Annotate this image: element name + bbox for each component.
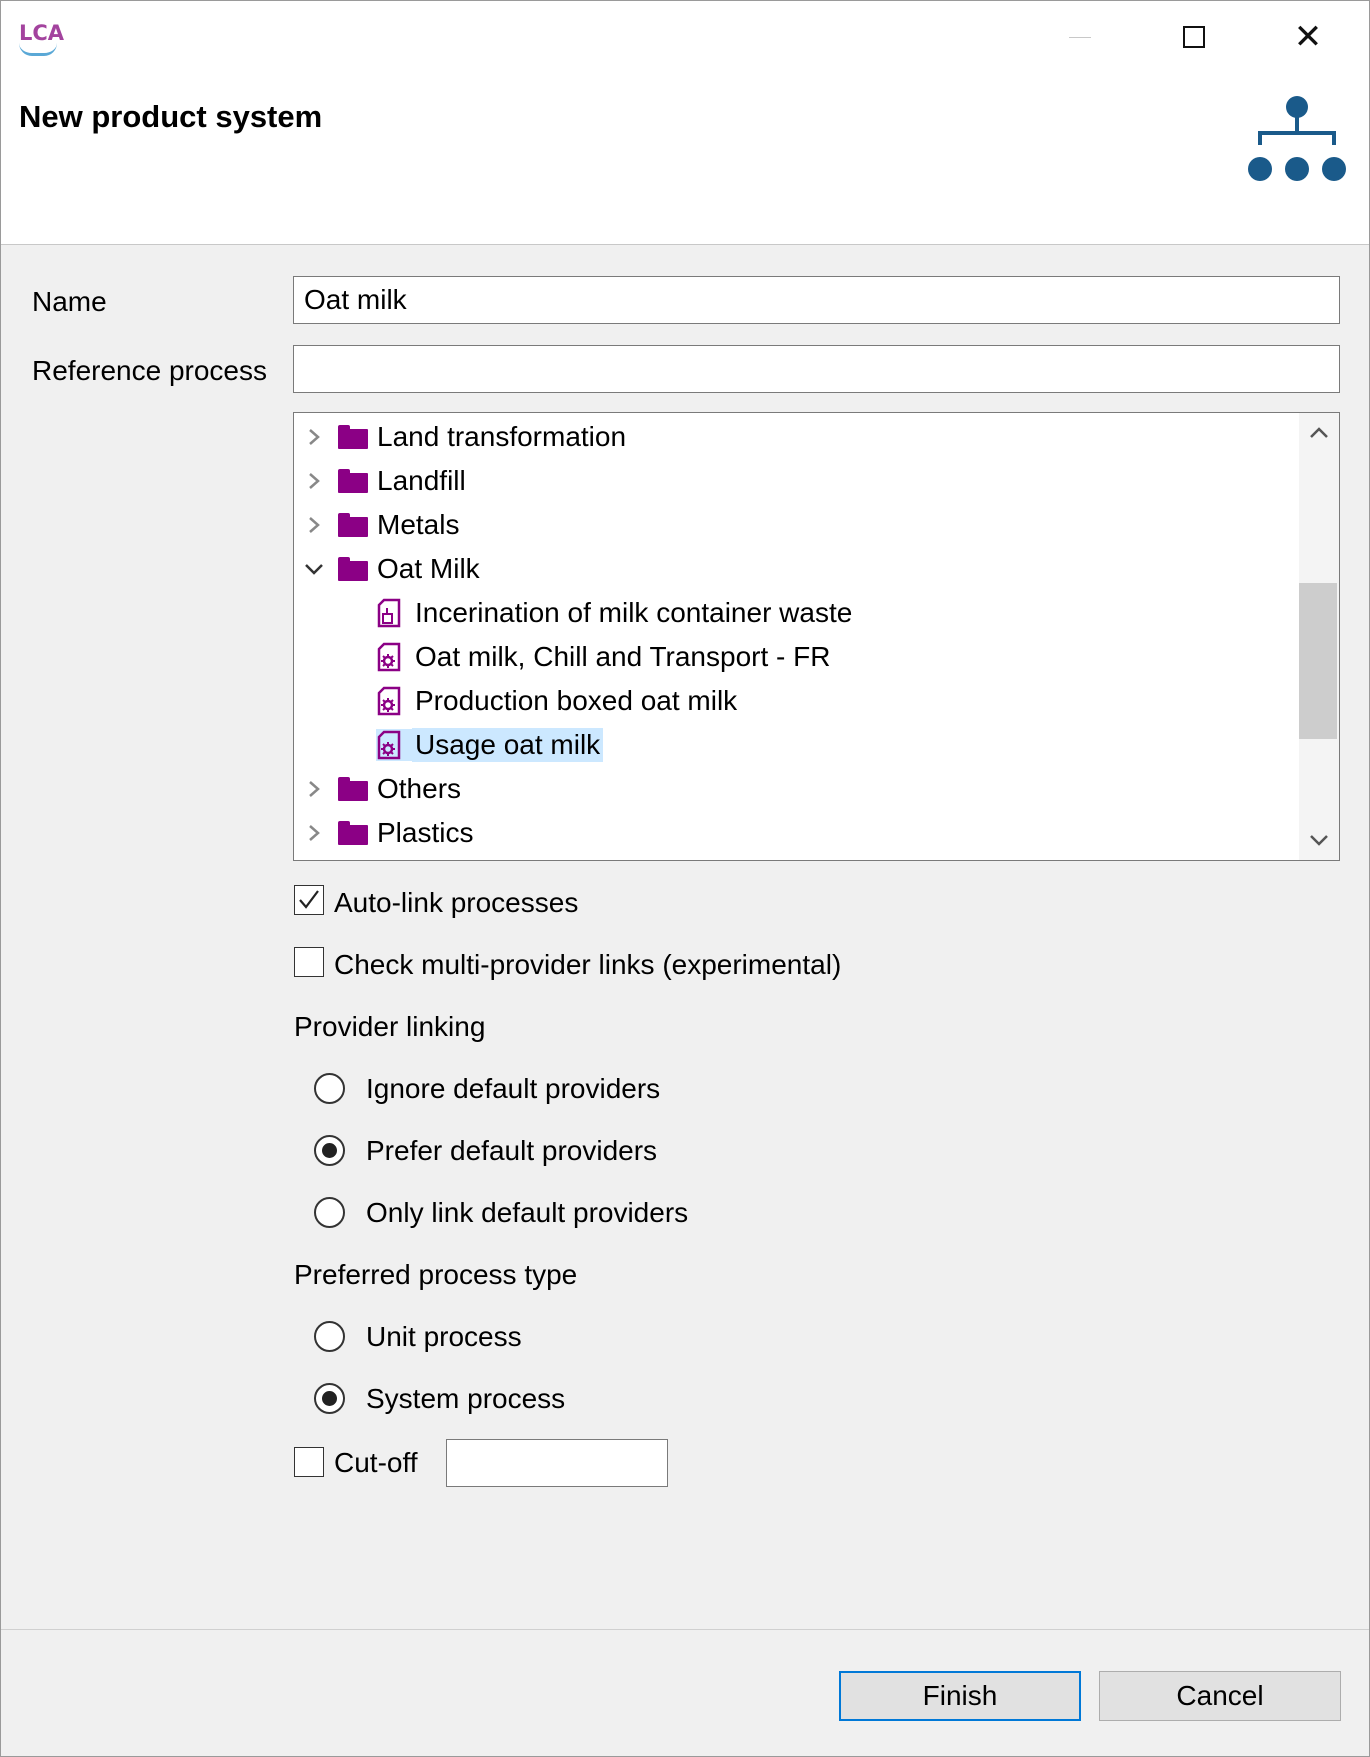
tree-folder-plastics[interactable]: Plastics (302, 813, 476, 853)
name-input[interactable] (293, 276, 1340, 324)
radio-prefer-default-providers[interactable] (314, 1135, 345, 1166)
tree-item-label: Production boxed oat milk (415, 685, 738, 716)
tree-item-label: Oat milk, Chill and Transport - FR (415, 641, 831, 672)
footer-divider (1, 1629, 1369, 1630)
maximize-button[interactable] (1139, 9, 1249, 65)
process-tree[interactable]: Land transformation Landfill Metals Oat … (293, 412, 1340, 861)
radio-system-process[interactable] (314, 1383, 345, 1414)
scroll-up-icon[interactable] (1307, 421, 1331, 445)
app-logo: LCA (17, 21, 65, 56)
radio-label: Unit process (366, 1321, 522, 1352)
provider-linking-label: Provider linking (294, 1011, 486, 1042)
close-button[interactable]: ✕ (1253, 9, 1363, 65)
chevron-right-icon[interactable] (302, 813, 326, 853)
dialog-window: LCA ✕ New product system Name Reference … (0, 0, 1370, 1757)
process-gear-icon (376, 729, 412, 761)
folder-icon (338, 425, 368, 449)
folder-icon (338, 469, 368, 493)
tree-item-label: Land transformation (377, 421, 627, 452)
minimize-button[interactable] (1025, 9, 1135, 65)
tree-item-label: Plastics (377, 817, 474, 848)
chevron-right-icon[interactable] (302, 461, 326, 501)
cutoff-label: Cut-off (334, 1447, 418, 1478)
tree-process-production-boxed[interactable]: Production boxed oat milk (376, 681, 740, 721)
scroll-down-icon[interactable] (1307, 828, 1331, 852)
dialog-title: New product system (19, 99, 323, 134)
tree-item-label: Metals (377, 509, 460, 540)
radio-only-link-default-providers[interactable] (314, 1197, 345, 1228)
radio-label: Prefer default providers (366, 1135, 658, 1166)
tree-folder-others[interactable]: Others (302, 769, 464, 809)
radio-unit-process[interactable] (314, 1321, 345, 1352)
tree-folder-metals[interactable]: Metals (302, 505, 462, 545)
tree-scrollbar[interactable] (1299, 413, 1339, 860)
tree-folder-land-transformation[interactable]: Land transformation (302, 417, 629, 457)
multi-provider-label: Check multi-provider links (experimental… (334, 949, 842, 980)
check-icon (299, 890, 319, 909)
app-logo-text: LCA (19, 21, 65, 45)
scroll-thumb[interactable] (1299, 583, 1337, 739)
folder-icon (338, 557, 368, 581)
product-system-icon (1248, 96, 1346, 181)
radio-label: Ignore default providers (366, 1073, 661, 1104)
tree-folder-oat-milk[interactable]: Oat Milk (302, 549, 483, 589)
cutoff-checkbox[interactable] (294, 1447, 324, 1477)
finish-button[interactable]: Finish (839, 1671, 1081, 1721)
tree-item-label: Incerination of milk container waste (415, 597, 853, 628)
process-icon (377, 598, 401, 628)
tree-item-label: Oat Milk (377, 553, 480, 584)
radio-label: Only link default providers (366, 1197, 689, 1228)
reference-process-input[interactable] (293, 345, 1340, 393)
folder-icon (338, 821, 368, 845)
chevron-right-icon[interactable] (302, 417, 326, 457)
minimize-icon (1069, 36, 1091, 38)
cancel-button[interactable]: Cancel (1099, 1671, 1341, 1721)
maximize-icon (1183, 26, 1205, 48)
tree-item-label: Usage oat milk (412, 728, 604, 762)
process-gear-icon (377, 642, 401, 672)
chevron-right-icon[interactable] (302, 505, 326, 545)
process-gear-icon (377, 686, 401, 716)
tree-item-label: Landfill (377, 465, 466, 496)
tree-process-chill-transport[interactable]: Oat milk, Chill and Transport - FR (376, 637, 833, 677)
dialog-header: LCA ✕ New product system (1, 1, 1369, 245)
radio-label: System process (366, 1383, 566, 1414)
reference-process-label: Reference process (32, 355, 268, 386)
autolink-checkbox[interactable] (294, 885, 324, 915)
close-icon: ✕ (1293, 17, 1323, 57)
chevron-down-icon[interactable] (302, 549, 326, 589)
tree-process-incineration[interactable]: Incerination of milk container waste (376, 593, 855, 633)
cutoff-input[interactable] (446, 1439, 668, 1487)
tree-item-label: Others (377, 773, 462, 804)
folder-icon (338, 513, 368, 537)
name-label: Name (32, 286, 107, 317)
tree-folder-landfill[interactable]: Landfill (302, 461, 469, 501)
chevron-right-icon[interactable] (302, 769, 326, 809)
folder-icon (338, 777, 368, 801)
preferred-process-type-label: Preferred process type (294, 1259, 578, 1290)
tree-process-usage-oat-milk[interactable]: Usage oat milk (376, 725, 604, 765)
radio-ignore-default-providers[interactable] (314, 1073, 345, 1104)
autolink-label: Auto-link processes (334, 887, 579, 918)
multi-provider-checkbox[interactable] (294, 947, 324, 977)
